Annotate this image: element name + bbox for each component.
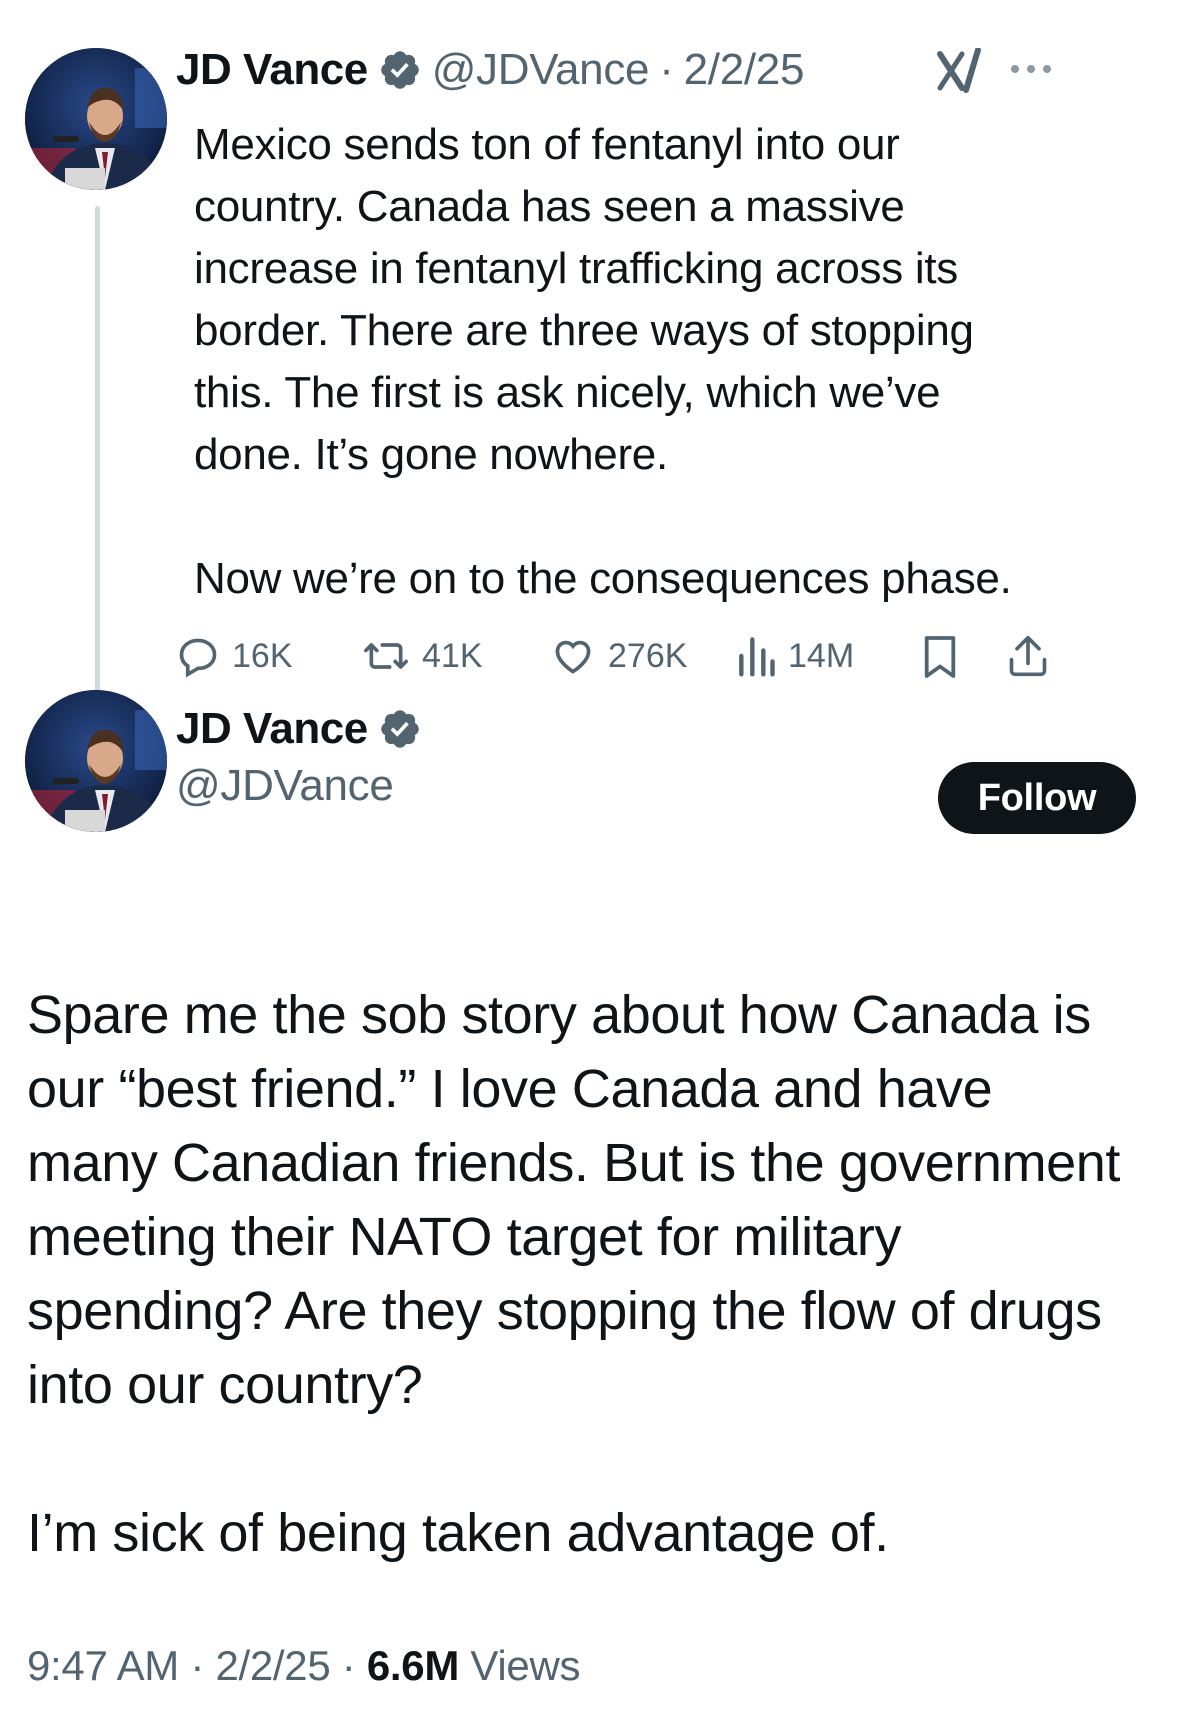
tweet-time[interactable]: 9:47 AM [27, 1642, 179, 1689]
repost-icon [364, 643, 408, 669]
repost-count: 41K [422, 636, 483, 675]
author-handle[interactable]: @JDVance [432, 45, 650, 95]
tweet-text: Mexico sends ton of fentanyl into our co… [194, 120, 1012, 603]
repost-button[interactable]: 41K [362, 630, 483, 682]
tweet-date[interactable]: 2/2/25 [215, 1642, 330, 1689]
share-icon[interactable] [1006, 632, 1050, 680]
tweet-date[interactable]: 2/2/25 [684, 45, 805, 95]
separator: · [190, 1642, 205, 1689]
like-count: 276K [608, 636, 688, 675]
author-name[interactable]: JD Vance [176, 45, 368, 95]
views-label: Views [470, 1642, 581, 1689]
follow-button[interactable]: Follow [938, 762, 1136, 834]
tweet1-header: JD Vance @JDVance · 2/2/25 [176, 44, 804, 96]
view-count[interactable]: 6.6M [367, 1642, 459, 1689]
reply-icon [179, 638, 217, 678]
tweet-text: Spare me the sob story about how Canada … [27, 985, 1121, 1563]
verified-badge-icon [380, 51, 419, 89]
like-button[interactable]: 276K [550, 630, 687, 682]
views-icon [739, 637, 775, 677]
grok-icon[interactable] [936, 48, 986, 94]
thread-line [95, 206, 100, 744]
views-button[interactable]: 14M [736, 630, 854, 682]
bookmark-icon[interactable] [921, 634, 959, 680]
like-icon [555, 640, 591, 674]
more-icon[interactable] [1008, 62, 1054, 76]
separator: · [341, 1642, 356, 1689]
avatar[interactable] [25, 690, 167, 832]
tweet-meta: 9:47 AM · 2/2/25 · 6.6M Views [27, 1642, 581, 1690]
author-handle[interactable]: @JDVance [176, 760, 394, 812]
views-count: 14M [788, 636, 855, 675]
reply-count: 16K [232, 636, 293, 675]
tweet2-name-row: JD Vance [176, 703, 422, 755]
avatar[interactable] [25, 48, 167, 190]
separator: · [659, 45, 674, 94]
verified-badge-icon [380, 710, 419, 748]
reply-button[interactable]: 16K [176, 630, 293, 682]
author-name[interactable]: JD Vance [176, 704, 368, 754]
